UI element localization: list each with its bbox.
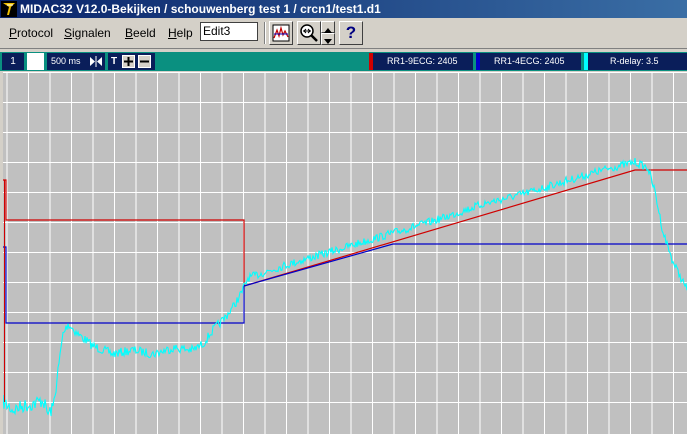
- menu-beeld-rest: eeld: [133, 26, 156, 40]
- cursor2-readout: RR1-4ECG: 2405: [476, 53, 581, 70]
- cursor3-readout: R-delay: 3.5: [584, 53, 687, 70]
- spin-up-button[interactable]: [321, 21, 335, 33]
- cursor1-label: RR1-9ECG: 2405: [387, 56, 458, 66]
- spectrum-icon: [272, 24, 290, 42]
- channel-color-swatch[interactable]: [27, 53, 44, 70]
- cursor1-readout: RR1-9ECG: 2405: [369, 53, 473, 70]
- spin-down-button[interactable]: [321, 33, 335, 45]
- menu-protocol-accel: P: [9, 26, 18, 40]
- zoom-in-icon[interactable]: [122, 55, 135, 68]
- menu-beeld-accel: B: [125, 26, 134, 40]
- plot-canvas[interactable]: [3, 72, 687, 434]
- window-title: MIDAC32 V12.0-Bekijken / schouwenberg te…: [20, 2, 381, 16]
- help-button[interactable]: ?: [339, 21, 363, 45]
- help-icon: ?: [345, 23, 357, 42]
- cursor1-trace: [3, 169, 687, 287]
- menu-protocol[interactable]: Protocol: [9, 26, 53, 40]
- menu-signalen[interactable]: Signalen: [64, 26, 111, 40]
- menu-help-rest: elp: [176, 26, 193, 40]
- menu-signalen-accel: S: [64, 26, 73, 40]
- cursor3-label: R-delay: 3.5: [610, 56, 659, 66]
- app-icon: [1, 1, 17, 17]
- amplitude-control: T: [108, 53, 155, 70]
- ecg-signal-trace: [3, 158, 687, 417]
- compress-icon[interactable]: [90, 56, 102, 67]
- menu-help-accel: H: [168, 26, 177, 40]
- t-label: T: [111, 56, 118, 67]
- menu-beeld[interactable]: Beeld: [125, 26, 156, 40]
- zoom-button[interactable]: [297, 21, 321, 45]
- toolbar-separator: [264, 22, 266, 44]
- zoom-search-icon: [300, 24, 318, 42]
- edit3-input[interactable]: Edit3: [200, 22, 258, 41]
- menu-bar: Protocol Signalen Beeld Help Edit3 ?: [0, 18, 687, 49]
- menu-signalen-rest: ignalen: [72, 26, 111, 40]
- channel-bar: 1 500 ms T RR1-9ECG: 2405 RR1-4ECG: 2405…: [0, 52, 687, 71]
- menu-protocol-rest: rotocol: [17, 26, 54, 40]
- zoom-out-icon[interactable]: [138, 55, 151, 68]
- menu-help[interactable]: Help: [168, 26, 193, 40]
- timebase-control[interactable]: 500 ms: [47, 53, 105, 70]
- channel-number[interactable]: 1: [2, 53, 24, 70]
- spectrum-button[interactable]: [269, 21, 293, 45]
- cursor2-label: RR1-4ECG: 2405: [494, 56, 565, 66]
- timebase-label: 500 ms: [51, 56, 81, 66]
- spin-down-icon: [324, 39, 332, 44]
- title-bar: MIDAC32 V12.0-Bekijken / schouwenberg te…: [0, 0, 687, 18]
- signal-plot[interactable]: [3, 72, 687, 434]
